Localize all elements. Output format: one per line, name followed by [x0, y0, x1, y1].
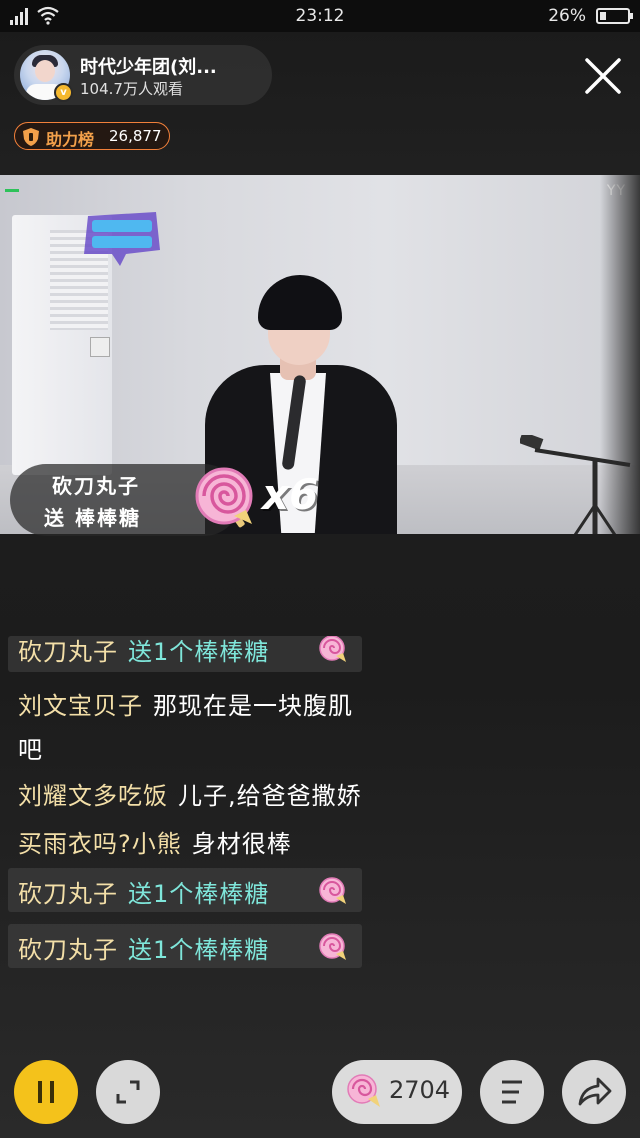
- chat-text: 那现在是一块腹肌: [153, 692, 353, 720]
- lollipop-icon: [319, 877, 346, 904]
- share-button[interactable]: [562, 1060, 626, 1124]
- chat-text: 儿子,给爸爸撒娇: [178, 782, 362, 810]
- gift-count: 2704: [389, 1076, 451, 1104]
- fullscreen-icon: [116, 1080, 140, 1104]
- lollipop-icon: [319, 636, 346, 662]
- chat-username[interactable]: 买雨衣吗?小熊: [18, 830, 182, 858]
- gift-button[interactable]: 2704: [332, 1060, 462, 1124]
- chat-gift-text: 送1个棒棒糖: [128, 880, 270, 908]
- chat-message: 买雨衣吗?小熊 身材很棒: [18, 824, 292, 859]
- status-time: 23:12: [295, 6, 345, 26]
- wall-sticker-logo: [84, 212, 160, 266]
- performer-hair: [258, 275, 342, 330]
- gift-banner: 砍刀丸子 送 棒棒糖 x6: [10, 464, 318, 536]
- gift-description: 送 棒棒糖: [44, 506, 141, 530]
- menu-icon: [502, 1080, 522, 1104]
- signal-indicator: [5, 189, 19, 192]
- chat-message-continuation: 吧: [18, 730, 43, 765]
- chat-gift-text: 送1个棒棒糖: [128, 936, 270, 964]
- fullscreen-button[interactable]: [96, 1060, 160, 1124]
- chat-gift-message: 砍刀丸子 送1个棒棒糖: [8, 924, 362, 968]
- viewer-count: 104.7万人观看: [80, 80, 183, 98]
- chat-text: 吧: [18, 736, 43, 764]
- share-icon: [578, 1077, 612, 1106]
- menu-button[interactable]: [480, 1060, 544, 1124]
- chat-username[interactable]: 刘耀文多吃饭: [18, 782, 168, 810]
- host-name: 时代少年团(刘...: [80, 57, 217, 78]
- chat-username[interactable]: 砍刀丸子: [18, 936, 118, 964]
- gift-combo-count: x6: [262, 470, 319, 519]
- chat-message: 刘文宝贝子 那现在是一块腹肌: [18, 686, 353, 721]
- close-button[interactable]: [582, 55, 624, 97]
- chat-username[interactable]: 砍刀丸子: [18, 880, 118, 908]
- rank-value: 26,877: [109, 127, 162, 145]
- rank-label: 助力榜: [46, 130, 95, 149]
- verified-badge-icon: v: [54, 83, 73, 102]
- chat-gift-text: 送1个棒棒糖: [128, 638, 270, 666]
- host-card[interactable]: v 时代少年团(刘... 104.7万人观看: [14, 45, 272, 105]
- chat-message: 刘耀文多吃饭 儿子,给爸爸撒娇: [18, 776, 362, 811]
- gift-sender: 砍刀丸子: [52, 474, 140, 498]
- status-bar: 23:12 26%: [0, 0, 640, 32]
- chat-text: 身材很棒: [191, 830, 292, 858]
- pause-icon-bar: [50, 1081, 54, 1103]
- chat-username[interactable]: 砍刀丸子: [18, 638, 118, 666]
- lollipop-icon: [347, 1074, 380, 1107]
- shield-icon: [23, 128, 39, 146]
- support-rank-badge[interactable]: 助力榜 26,877: [14, 122, 170, 150]
- pause-icon: [38, 1081, 42, 1103]
- chat-username[interactable]: 刘文宝贝子: [18, 692, 143, 720]
- chat-gift-message: 砍刀丸子 送1个棒棒糖: [8, 868, 362, 912]
- pause-button[interactable]: [14, 1060, 78, 1124]
- video-edge-shadow: [600, 175, 640, 534]
- close-icon: [585, 58, 621, 94]
- chat-gift-message: 砍刀丸子 送1个棒棒糖: [8, 636, 362, 672]
- lollipop-icon: [195, 467, 253, 528]
- battery-icon: [596, 8, 633, 24]
- lollipop-icon: [319, 933, 346, 960]
- battery-percent: 26%: [548, 6, 586, 26]
